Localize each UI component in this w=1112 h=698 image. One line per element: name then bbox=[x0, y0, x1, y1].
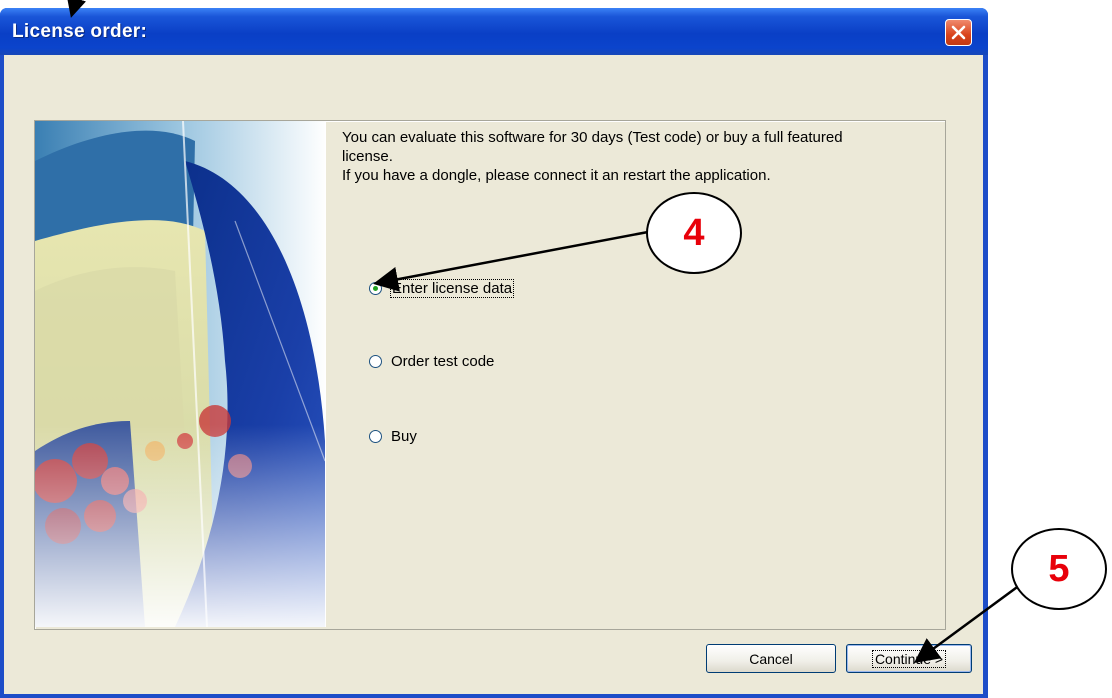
step-callout-5: 5 bbox=[1011, 528, 1107, 610]
arrow-to-title bbox=[66, 0, 87, 18]
arrow-to-continue bbox=[913, 580, 1025, 663]
annotation-arrows bbox=[66, 0, 1025, 663]
step-callout-4: 4 bbox=[646, 192, 742, 274]
arrow-to-option bbox=[373, 230, 649, 292]
